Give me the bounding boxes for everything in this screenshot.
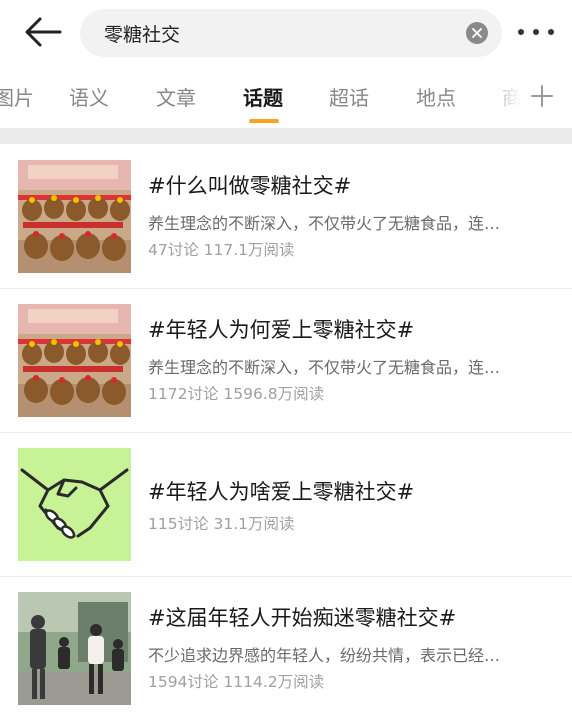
topic-stats: 47讨论 117.1万阅读 [148, 241, 295, 259]
tab-semantic[interactable]: 语义 [69, 82, 109, 111]
tab-places[interactable]: 地点 [416, 82, 456, 111]
topic-result-item[interactable]: #这届年轻人开始痴迷零糖社交# 不少追求边界感的年轻人，纷纷共情，表示已经… 1… [0, 576, 572, 720]
search-box[interactable] [80, 9, 502, 57]
topic-result-item[interactable]: #年轻人为啥爱上零糖社交# 115讨论 31.1万阅读 [0, 432, 572, 576]
people-photo-image [18, 592, 131, 705]
topic-stats: 115讨论 31.1万阅读 [148, 515, 295, 533]
clear-search-icon[interactable] [466, 22, 488, 44]
add-tab-icon[interactable] [530, 84, 554, 108]
tab-images[interactable]: 图片 [0, 82, 34, 111]
topic-stats: 1172讨论 1596.8万阅读 [148, 385, 325, 403]
back-arrow-icon[interactable] [22, 14, 66, 50]
more-options-icon[interactable] [518, 24, 554, 40]
topic-title: #年轻人为何爱上零糖社交# [148, 318, 415, 342]
tab-topics[interactable]: 话题 [243, 82, 283, 111]
topic-result-item[interactable]: #什么叫做零糖社交# 养生理念的不断深入，不仅带火了无糖食品，连… 47讨论 1… [0, 144, 572, 288]
tab-articles[interactable]: 文章 [156, 82, 196, 111]
plush-toys-image [18, 160, 131, 273]
topic-description: 养生理念的不断深入，不仅带火了无糖食品，连… [148, 358, 501, 377]
plush-toys-image [18, 304, 131, 417]
topic-title: #什么叫做零糖社交# [148, 174, 352, 198]
section-separator [0, 128, 572, 144]
search-input[interactable] [104, 9, 444, 57]
top-bar [0, 0, 572, 64]
topic-description: 养生理念的不断深入，不仅带火了无糖食品，连… [148, 214, 501, 233]
topic-stats: 1594讨论 1114.2万阅读 [148, 673, 325, 691]
active-tab-indicator [249, 119, 279, 123]
topic-result-item[interactable]: #年轻人为何爱上零糖社交# 养生理念的不断深入，不仅带火了无糖食品，连… 117… [0, 288, 572, 432]
tabs-fade [480, 72, 572, 122]
topic-description: 不少追求边界感的年轻人，纷纷共情，表示已经… [148, 646, 501, 665]
handshake-image [18, 448, 131, 561]
topic-title: #这届年轻人开始痴迷零糖社交# [148, 606, 457, 630]
tab-super-topics[interactable]: 超话 [329, 82, 369, 111]
topic-title: #年轻人为啥爱上零糖社交# [148, 480, 415, 504]
